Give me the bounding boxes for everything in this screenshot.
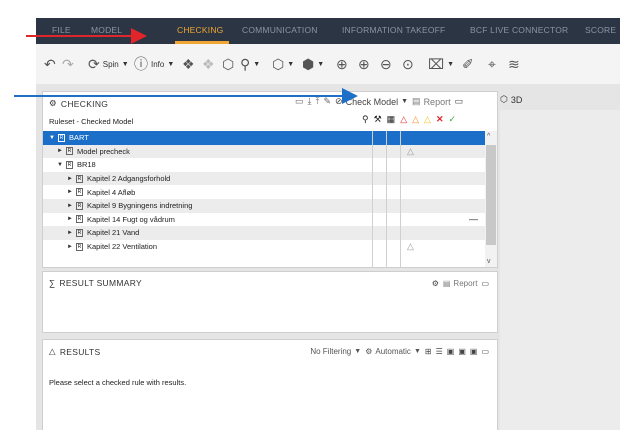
annotation-arrows <box>14 28 358 104</box>
